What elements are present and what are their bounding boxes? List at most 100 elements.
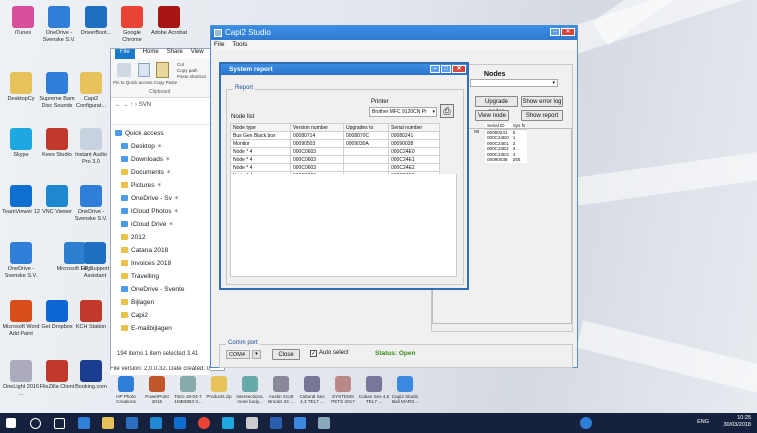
copy-icon[interactable] [138, 63, 150, 77]
desktop-icon-col1-2[interactable]: TeamViewer 12 [2, 185, 40, 216]
nav-item[interactable]: Pictures ✶ [111, 179, 224, 192]
nav-item[interactable]: 2012 [111, 231, 224, 244]
nav-item[interactable]: OneDrive - Sv ✶ [111, 192, 224, 205]
app-taskbar-icon[interactable] [318, 417, 330, 429]
nav-item[interactable]: Travelling [111, 270, 224, 283]
desktop-icon-top-4[interactable]: Adobe Acrobat [150, 6, 188, 37]
print-button[interactable]: ⎙ [440, 104, 454, 118]
pin-icon[interactable]: ✶ [157, 143, 162, 150]
table-row[interactable]: Node * 4 000C0603 000C24E2 [230, 163, 440, 172]
paste-icon[interactable] [156, 62, 169, 78]
edge-icon[interactable] [78, 417, 90, 429]
desktop-icon-col2-3[interactable]: OneDrive - Svenske S.V. [2, 242, 40, 279]
close-port-button[interactable]: Close [272, 349, 300, 360]
desktop-icon-top-2[interactable]: DriverBoot... [77, 6, 115, 37]
pin-icon[interactable] [117, 63, 131, 77]
table-row[interactable]: Bus Gen Black box 00080714 0008070C 0008024… [230, 131, 440, 140]
desktop-icon-bottom-1[interactable]: PowerPoint 2016 [141, 376, 173, 405]
close-icon[interactable]: ✕ [452, 65, 466, 73]
desktop-icon-top-0[interactable]: iTunes [4, 6, 42, 37]
desktop-icon-col2-2[interactable]: VNC Viewer [38, 185, 76, 216]
desktop-icon-bottom-9[interactable]: Capi2 Studio Ball MARS... [389, 376, 421, 405]
nav-item[interactable]: Invoices 2018 [111, 257, 224, 270]
search-icon[interactable] [30, 418, 41, 429]
pin-icon[interactable]: ✶ [165, 156, 170, 163]
nav-item[interactable]: Desktop ✶ [111, 140, 224, 153]
nav-item[interactable]: Capi2 [111, 309, 224, 322]
show-error-log-button[interactable]: Show error log [521, 96, 563, 107]
nav-item[interactable]: Catana 2018 [111, 244, 224, 257]
desktop-icon-col2-4[interactable]: Get Dropbox [38, 300, 76, 331]
port-dropdown-icon[interactable]: ▾ [252, 350, 261, 359]
up-icon[interactable]: ↑ [130, 102, 133, 108]
desktop-icon-bottom-0[interactable]: HP Photo Creations [110, 376, 142, 405]
tab-share[interactable]: Share [167, 49, 183, 59]
windows-start-icon[interactable] [6, 418, 16, 428]
address-bar[interactable]: ← → ↑ › SVN [111, 98, 224, 125]
show-report-button[interactable]: Show report [521, 110, 563, 121]
pin-icon[interactable]: ✶ [156, 182, 161, 189]
nav-item[interactable]: iCloud Photos ✶ [111, 205, 224, 218]
desktop-icon-bottom-4[interactable]: Intersections, more body... [234, 376, 266, 405]
pin-icon[interactable]: ✶ [174, 195, 179, 202]
nav-item[interactable]: Quick access [111, 127, 224, 140]
maximize-icon[interactable]: □ [441, 65, 451, 73]
desktop-icon-bottom-7[interactable]: SYSTEMS PETS 2017 PA... [327, 376, 359, 405]
desktop-icon-col1-4[interactable]: Microsoft Word Add Paint [2, 300, 40, 337]
desktop-icon-col1-5[interactable]: OneLight 2016 ... [2, 360, 40, 397]
capi-titlebar[interactable]: Capi2 Studio – ✕ [211, 26, 577, 40]
clock[interactable]: 10:25 30/03/2018 [723, 415, 751, 429]
outlook-icon[interactable] [150, 417, 162, 429]
pin-icon[interactable]: ✶ [166, 169, 171, 176]
upgrade-nodes-button[interactable]: Upgrade nodes [475, 96, 518, 115]
view-node-button[interactable]: View node [475, 110, 509, 121]
desktop-icon-col2-5[interactable]: FileZilla Client [38, 360, 76, 391]
report-titlebar[interactable]: System report – □ ✕ [221, 64, 467, 75]
system-report-dialog[interactable]: System report – □ ✕ Report Printer Broth… [219, 62, 469, 290]
tab-view[interactable]: View [191, 49, 204, 59]
pin-icon[interactable]: ✶ [168, 221, 173, 228]
table-row[interactable]: Monitor 00090503 0009030A 00090038 [230, 139, 440, 148]
menu-tools[interactable]: Tools [232, 41, 247, 48]
menu-file[interactable]: File [214, 41, 224, 48]
table-row[interactable]: Node * 4 000C0603 000C24E1 [230, 155, 440, 164]
desktop-icon-bottom-5[interactable]: Austin Scott Brooks 34 ... [265, 376, 297, 405]
nav-item[interactable]: iCloud Drive ✶ [111, 218, 224, 231]
nav-item[interactable]: Downloads ✶ [111, 153, 224, 166]
nav-item[interactable]: OneDrive - Svente [111, 283, 224, 296]
pin-icon[interactable]: ✶ [173, 208, 178, 215]
printer-select[interactable]: Brother MFC 9120CN Pr ▾ [369, 107, 437, 117]
word-icon[interactable] [270, 417, 282, 429]
desktop-icon-col1-0[interactable]: DesktopCy [2, 72, 40, 103]
desktop-icon-col3-2[interactable]: OneDrive - Svenske S.V. [72, 185, 110, 222]
file-explorer-icon[interactable] [102, 417, 114, 429]
desktop-icon-col3-5[interactable]: Booking.com [72, 360, 110, 391]
close-icon[interactable]: ✕ [561, 28, 575, 36]
desktop-icon-bottom-6[interactable]: Cultural Sex 4,3 TEL7 ... [296, 376, 328, 405]
chrome-icon[interactable] [198, 417, 210, 429]
tab-home[interactable]: Home [143, 49, 159, 59]
tab-file[interactable]: File [115, 49, 135, 59]
desktop-icon-col3-1[interactable]: Instant Audio Pro 3.0 [72, 128, 110, 165]
calculator-icon[interactable] [246, 417, 258, 429]
nav-item[interactable]: Documents ✶ [111, 166, 224, 179]
port-select[interactable]: COM4 [226, 350, 250, 359]
desktop-icon-col3-4[interactable]: KCH Station [72, 300, 110, 331]
ribbon-label-paste-shortcut[interactable]: Paste shortcut [177, 74, 206, 80]
desktop-icon-bottom-3[interactable]: Products.zip [203, 376, 235, 405]
desktop-icon-top-1[interactable]: OneDrive - Svenske S.V. [40, 6, 78, 43]
capi-taskbar-icon[interactable] [294, 417, 306, 429]
desktop-icon-col2-1[interactable]: Kees Studio [38, 128, 76, 159]
nav-item[interactable]: Bijlagen [111, 296, 224, 309]
task-view-icon[interactable] [54, 418, 65, 429]
language-indicator[interactable]: ENG [697, 419, 709, 425]
teamviewer-icon[interactable] [174, 417, 186, 429]
store-icon[interactable] [126, 417, 138, 429]
nodes-dropdown[interactable]: ▾ [470, 79, 558, 87]
onedrive-tray-icon[interactable] [580, 417, 592, 429]
list-item[interactable]: 00090038 255 [485, 157, 527, 163]
desktop-icon-col3-3[interactable]: HP Support Assistant [76, 242, 114, 279]
desktop-icon-col2-0[interactable]: Supreme Bam Disc Sounds [38, 72, 76, 109]
minimize-icon[interactable]: – [550, 28, 560, 36]
table-row[interactable]: Node * 4 000C0603 000C24E0 [230, 147, 440, 156]
